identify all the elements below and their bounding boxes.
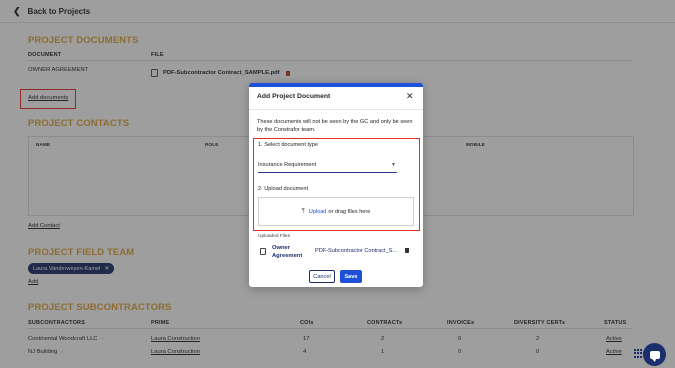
drag-hint: or drag files here [328, 208, 371, 215]
modal-note: These documents will not be seen by the … [257, 119, 413, 133]
upload-link[interactable]: Upload [309, 209, 327, 215]
uploaded-files-label: Uploaded Files [258, 234, 290, 239]
apps-grid-icon[interactable] [634, 349, 642, 358]
uploaded-doc-type: Owner Agreement [272, 245, 303, 259]
uploaded-file-row: Owner Agreement PDF-Subcontractor Contra… [258, 242, 414, 262]
file-icon [260, 248, 266, 255]
cancel-button[interactable]: Cancel [309, 270, 335, 283]
add-document-modal: Add Project Document ✕ These documents w… [249, 83, 423, 287]
save-button[interactable]: Save [340, 270, 362, 283]
caret-down-icon: ▼ [391, 162, 396, 168]
chat-button[interactable] [643, 343, 666, 366]
chat-bubble-icon [649, 350, 660, 362]
modal-title: Add Project Document [257, 93, 331, 100]
upload-dropzone[interactable]: ⤒ Upload or drag files here [258, 197, 414, 226]
upload-icon: ⤒ [301, 207, 305, 215]
uploaded-file-name[interactable]: PDF-Subcontractor Contract_S... [315, 248, 397, 254]
close-icon[interactable]: ✕ [406, 91, 414, 102]
document-type-select[interactable]: Insurance Requirement ▼ [258, 158, 397, 173]
trash-icon[interactable] [405, 248, 409, 253]
modal-header: Add Project Document ✕ [249, 87, 423, 110]
step1-label: 1. Select document type [258, 142, 319, 148]
step2-label: 2. Upload document [258, 186, 309, 192]
document-type-value: Insurance Requirement [258, 162, 317, 168]
